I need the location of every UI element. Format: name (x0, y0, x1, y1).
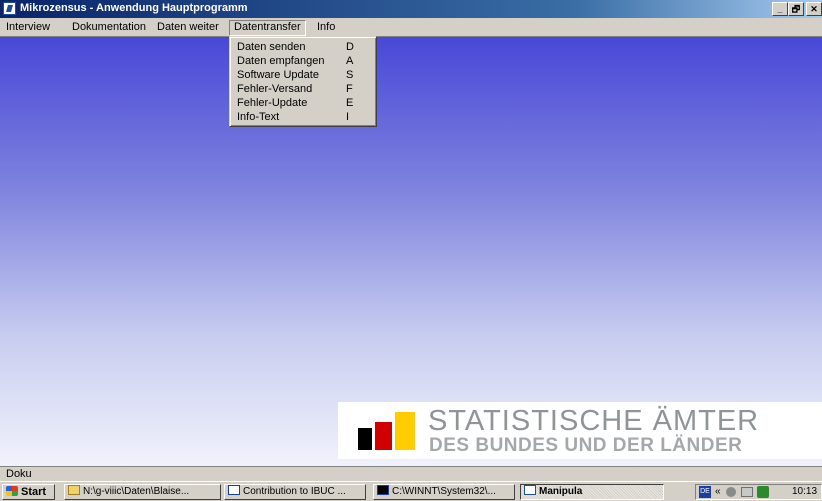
system-tray: DE « 10:13 (695, 484, 822, 500)
close-button[interactable]: ✕ (806, 2, 822, 16)
menu-item-fehler-versand[interactable]: Fehler-Versand F (230, 82, 376, 96)
menu-item-software-update[interactable]: Software Update S (230, 68, 376, 82)
menu-item-label: Info-Text (237, 111, 280, 123)
minimize-button[interactable]: _ (772, 2, 788, 16)
status-text: Doku (6, 468, 32, 480)
menu-datentransfer[interactable]: Datentransfer (229, 20, 306, 36)
taskbar-item-command-prompt[interactable]: C:\WINNT\System32\... (373, 484, 515, 500)
menu-item-shortcut: F (346, 83, 353, 95)
app-icon[interactable] (3, 2, 16, 15)
menu-item-label: Fehler-Update (237, 97, 308, 109)
menu-bar: Interview Dokumentation Daten weiter Dat… (0, 18, 822, 37)
taskbar-item-label: C:\WINNT\System32\... (392, 486, 496, 497)
menu-item-shortcut: D (346, 41, 354, 53)
window-title: Mikrozensus - Anwendung Hauptprogramm (20, 2, 248, 14)
menu-info[interactable]: Info (313, 20, 339, 36)
menu-item-label: Software Update (237, 69, 319, 81)
logo-line-2: DES BUNDES UND DER LÄNDER (429, 435, 743, 456)
menu-item-daten-empfangen[interactable]: Daten empfangen A (230, 54, 376, 68)
taskbar-item-label: Manipula (539, 486, 583, 497)
start-button[interactable]: Start (2, 484, 55, 500)
restore-button[interactable]: 🗗 (788, 2, 804, 16)
language-indicator[interactable]: DE (699, 486, 711, 498)
menu-item-shortcut: A (346, 55, 354, 67)
menu-item-label: Daten empfangen (237, 55, 325, 67)
menu-interview[interactable]: Interview (2, 20, 54, 36)
taskbar-item-word[interactable]: Contribution to IBUC ... (224, 484, 366, 500)
menu-daten-weiter[interactable]: Daten weiter (153, 20, 223, 36)
datentransfer-dropdown: Daten senden D Daten empfangen A Softwar… (229, 36, 377, 127)
tray-expand-chevron-icon[interactable]: « (715, 485, 721, 499)
menu-item-label: Fehler-Versand (237, 83, 313, 95)
volume-icon[interactable] (726, 487, 736, 497)
word-document-icon (228, 485, 240, 495)
taskbar-item-manipula[interactable]: Manipula (520, 484, 664, 500)
menu-item-fehler-update[interactable]: Fehler-Update E (230, 96, 376, 110)
taskbar: Start N:\g-viiic\Daten\Blaise... Contrib… (0, 481, 822, 501)
windows-logo-icon (6, 486, 18, 496)
app-icon (524, 485, 536, 495)
logo-black-bar (358, 428, 372, 450)
menu-item-shortcut: I (346, 111, 350, 123)
menu-dokumentation[interactable]: Dokumentation (68, 20, 150, 36)
logo-red-bar (375, 422, 392, 450)
taskbar-item-label: Contribution to IBUC ... (243, 486, 346, 497)
taskbar-item-folder[interactable]: N:\g-viiic\Daten\Blaise... (64, 484, 221, 500)
logo-line-1: STATISTISCHE ÄMTER (428, 405, 760, 437)
taskbar-item-label: N:\g-viiic\Daten\Blaise... (83, 486, 190, 497)
menu-item-label: Daten senden (237, 41, 306, 53)
logo-yellow-bar (395, 412, 415, 450)
menu-item-daten-senden[interactable]: Daten senden D (230, 40, 376, 54)
title-bar[interactable]: Mikrozensus - Anwendung Hauptprogramm _ … (0, 0, 822, 18)
command-prompt-icon (377, 485, 389, 495)
clock[interactable]: 10:13 (792, 485, 817, 499)
menu-item-shortcut: S (346, 69, 354, 81)
menu-item-info-text[interactable]: Info-Text I (230, 110, 376, 124)
folder-icon (68, 485, 80, 495)
statistische-aemter-logo: STATISTISCHE ÄMTER DES BUNDES UND DER LÄ… (338, 402, 822, 459)
status-bar: Doku (0, 466, 822, 481)
menu-item-shortcut: E (346, 97, 354, 109)
start-label: Start (21, 486, 47, 498)
security-shield-icon[interactable] (757, 486, 769, 498)
network-icon[interactable] (741, 487, 753, 497)
